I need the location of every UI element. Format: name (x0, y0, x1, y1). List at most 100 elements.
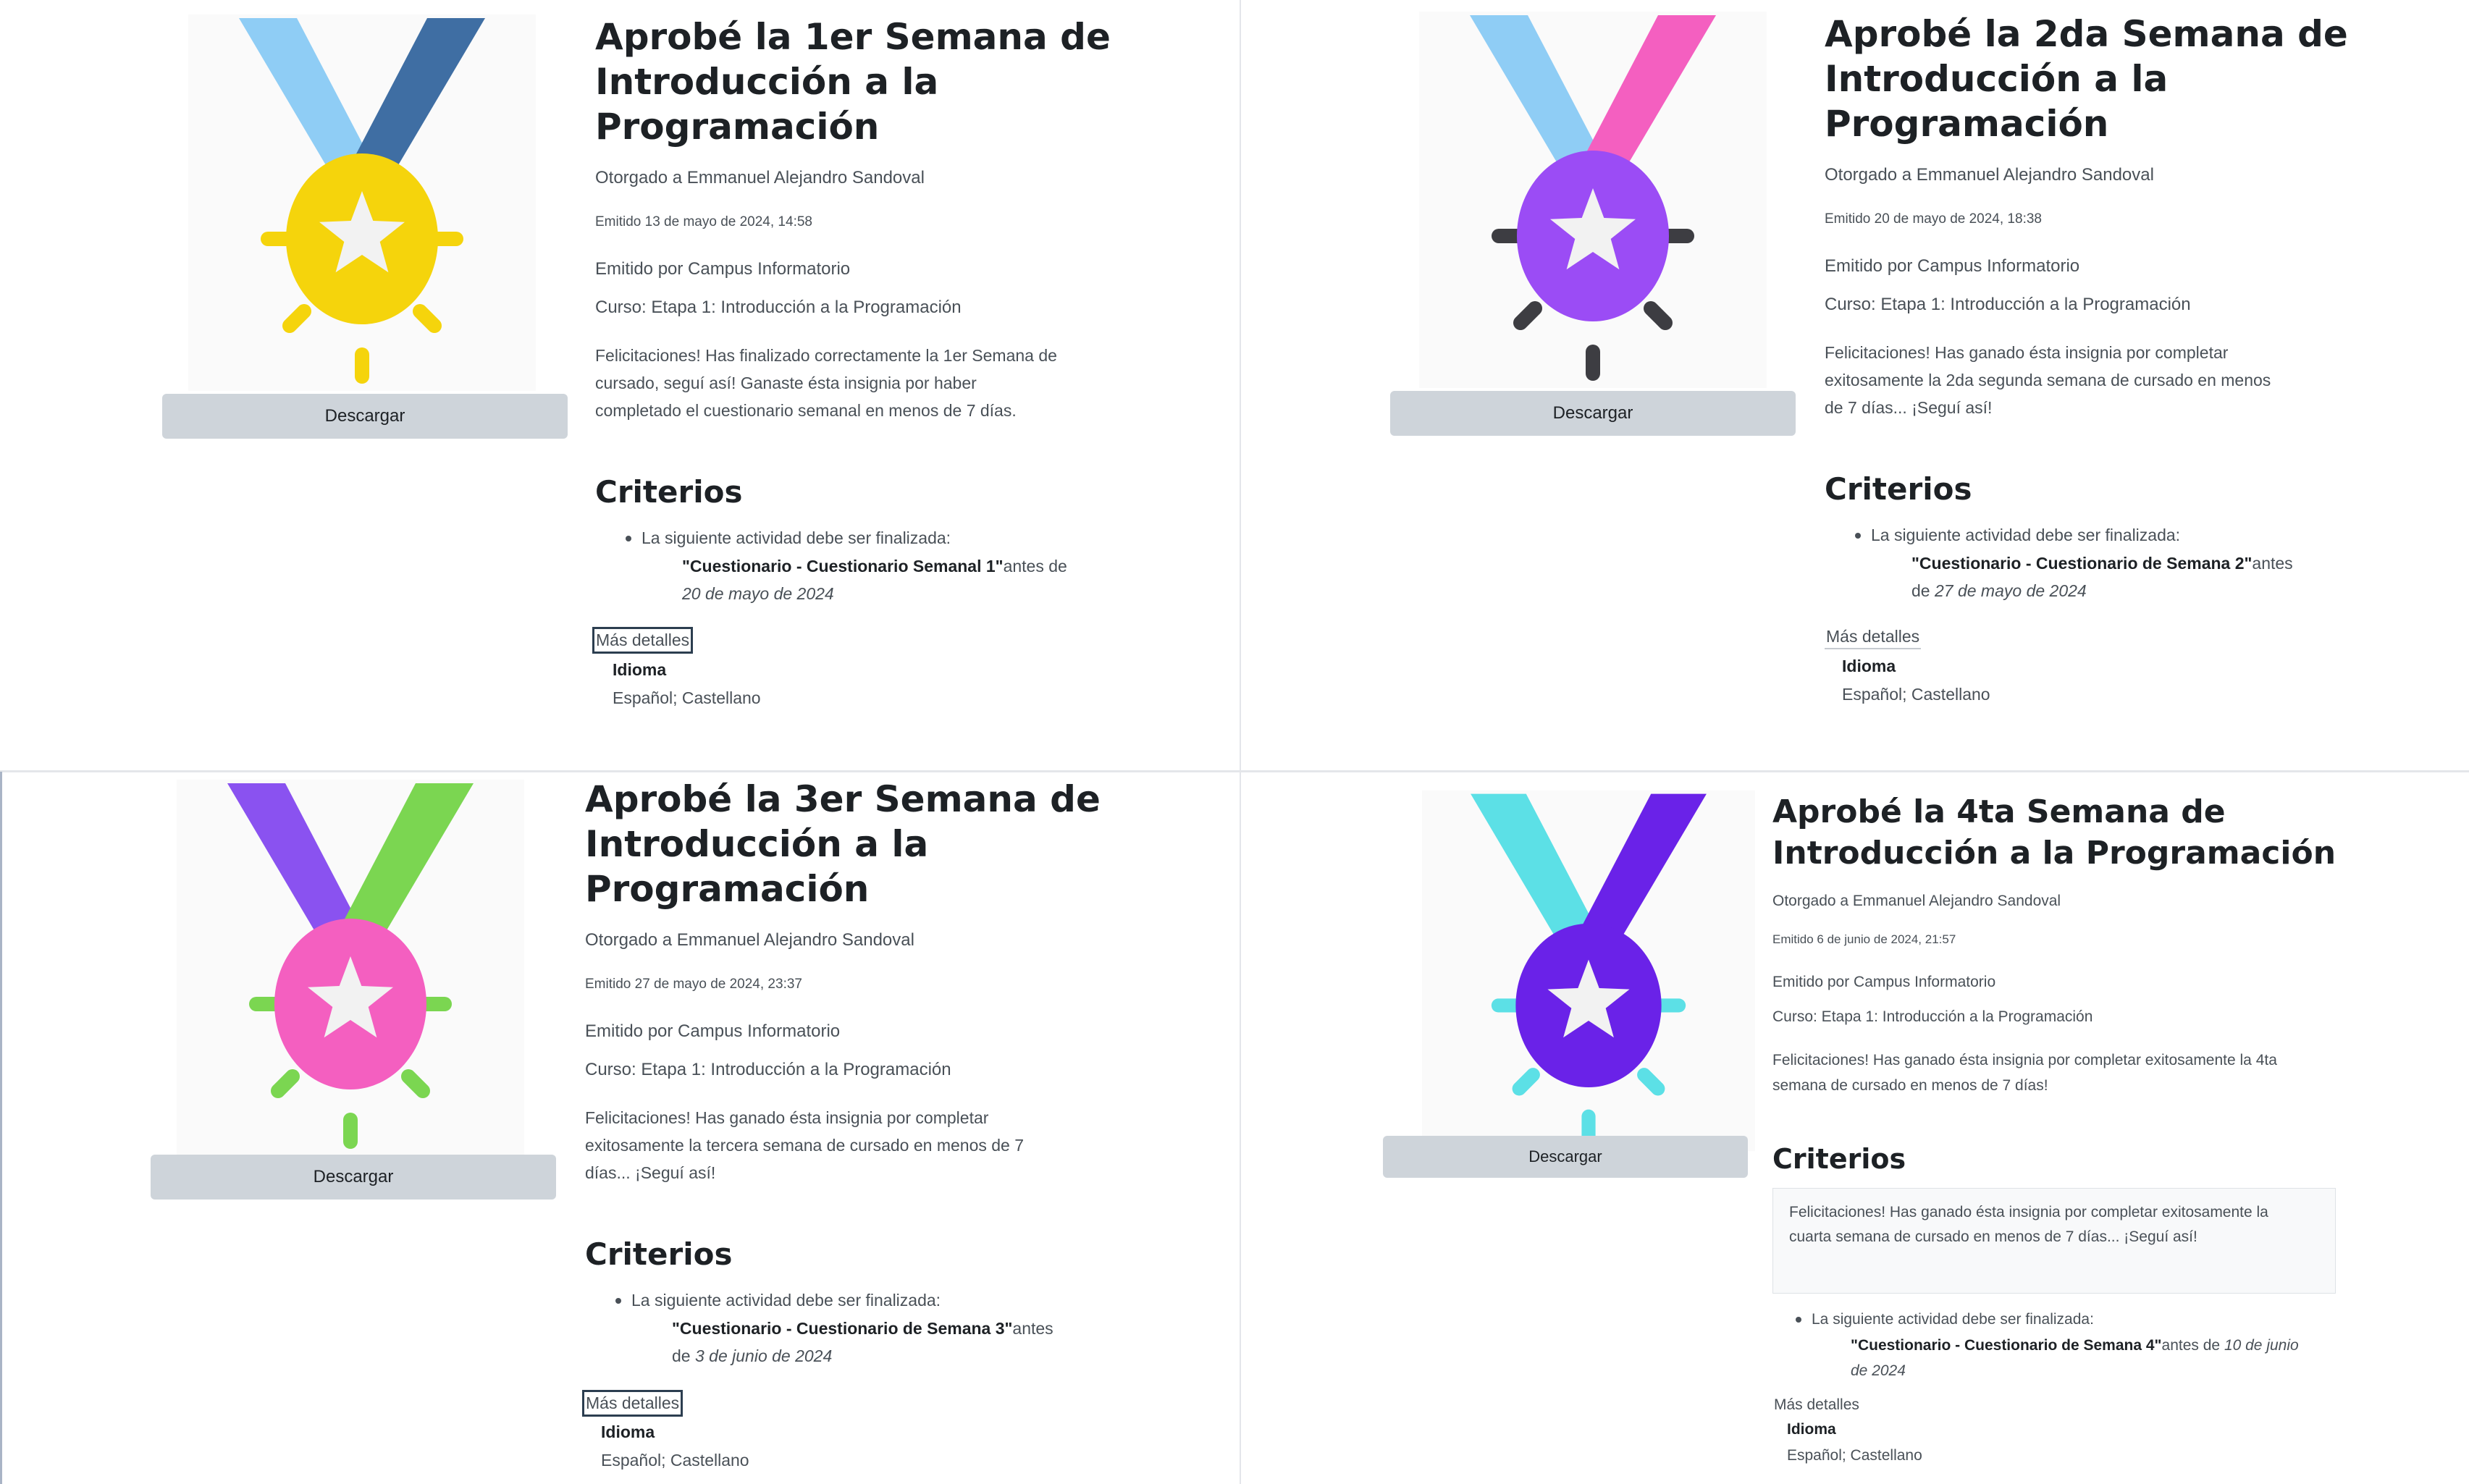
badge-title: Aprobé la 1er Semana de Introducción a l… (595, 14, 1189, 149)
badge-image (1419, 12, 1767, 388)
criteria-activity: "Cuestionario - Cuestionario de Semana 2… (1911, 549, 2293, 604)
language-label: Idioma (1842, 657, 1896, 675)
activity-name: "Cuestionario - Cuestionario Semanal 1" (682, 557, 1004, 576)
criteria-intro-text: La siguiente actividad debe ser finaliza… (1812, 1311, 2094, 1328)
title-line: Introducción a la (1825, 58, 2169, 100)
activity-name: "Cuestionario - Cuestionario de Semana 2… (1911, 554, 2253, 573)
bullet-icon (1855, 532, 1861, 539)
desc-line: Felicitaciones! Has ganado ésta insignia… (585, 1108, 989, 1127)
issuer: Emitido por Campus Informatorio (1825, 256, 2080, 276)
desc-line: Felicitaciones! Has finalizado correctam… (595, 346, 1057, 365)
awarded-to: Otorgado a Emmanuel Alejandro Sandoval (585, 930, 914, 950)
awarded-to: Otorgado a Emmanuel Alejandro Sandoval (1772, 893, 2061, 909)
title-line: Aprobé la 1er Semana de (595, 16, 1111, 58)
activity-name: "Cuestionario - Cuestionario de Semana 3… (672, 1319, 1013, 1338)
language-value: Español; Castellano (1842, 685, 1990, 704)
badge-panel-week-4: Descargar Aprobé la 4ta Semana de Introd… (1241, 772, 2469, 1484)
medal-ray (1512, 1068, 1540, 1096)
desc-line: Felicitaciones! Has ganado ésta insignia… (1772, 1052, 2277, 1068)
title-line: Programación (585, 868, 870, 910)
language-label: Idioma (613, 660, 667, 679)
badge-image (177, 780, 524, 1156)
badge-title: Aprobé la 4ta Semana de Introducción a l… (1772, 791, 2424, 874)
course: Curso: Etapa 1: Introducción a la Progra… (595, 298, 962, 317)
issuer: Emitido por Campus Informatorio (1772, 974, 1996, 990)
medal-icon (177, 780, 524, 1156)
criteria-intro: La siguiente actividad debe ser finaliza… (1855, 526, 2180, 545)
awarded-to: Otorgado a Emmanuel Alejandro Sandoval (595, 168, 925, 187)
activity-deadline-prefix: de (672, 1346, 691, 1365)
criteria-activity: "Cuestionario - Cuestionario de Semana 4… (1851, 1333, 2299, 1383)
desc-line: Felicitaciones! Has ganado ésta insignia… (1825, 343, 2229, 362)
language-value: Español; Castellano (613, 688, 761, 707)
issuer: Emitido por Campus Informatorio (595, 259, 851, 279)
bullet-icon (626, 535, 631, 541)
badge-panel-week-1: Descargar Aprobé la 1er Semana de Introd… (0, 0, 1240, 770)
desc-line: completado el cuestionario semanal en me… (595, 401, 1017, 420)
title-line: Programación (1825, 103, 2109, 145)
activity-before: antes (2252, 554, 2293, 573)
criteria-intro-text: La siguiente actividad debe ser finaliza… (631, 1291, 941, 1310)
medal-icon (1422, 790, 1755, 1152)
bullet-icon (615, 1297, 621, 1304)
download-button[interactable]: Descargar (1383, 1136, 1748, 1178)
badge-description: Felicitaciones! Has finalizado correctam… (595, 342, 1057, 424)
more-details-link[interactable]: Más detalles (1825, 625, 1922, 649)
criteria-activity: "Cuestionario - Cuestionario Semanal 1"a… (682, 552, 1067, 607)
title-line: Introducción a la (595, 61, 939, 103)
medal-ray (413, 304, 442, 333)
issued-date: Emitido 27 de mayo de 2024, 23:37 (585, 977, 802, 992)
more-details-link[interactable]: Más detalles (1772, 1395, 1861, 1415)
activity-before: antes (1012, 1319, 1053, 1338)
activity-deadline: 20 de mayo de 2024 (682, 584, 834, 603)
medal-ray (401, 1069, 430, 1098)
medal-ray (1644, 301, 1673, 330)
awarded-to: Otorgado a Emmanuel Alejandro Sandoval (1825, 165, 2154, 185)
badge-description: Felicitaciones! Has ganado ésta insignia… (1772, 1047, 2277, 1098)
download-button[interactable]: Descargar (162, 394, 568, 439)
medal-ray (271, 1069, 300, 1098)
language-label: Idioma (601, 1422, 655, 1441)
criteria-heading: Criterios (595, 474, 743, 510)
badge-image (188, 14, 536, 391)
course: Curso: Etapa 1: Introducción a la Progra… (1825, 295, 2191, 314)
note-line: cuarta semana de cursado en menos de 7 d… (1789, 1228, 2197, 1245)
download-button[interactable]: Descargar (1390, 391, 1796, 436)
more-details-link[interactable]: Más detalles (592, 627, 694, 654)
desc-line: exitosamente la tercera semana de cursad… (585, 1136, 1025, 1155)
criteria-intro: La siguiente actividad debe ser finaliza… (615, 1291, 941, 1310)
activity-deadline: 10 de junio (2224, 1337, 2299, 1354)
title-line: Introducción a la Programación (1772, 835, 2336, 872)
download-button[interactable]: Descargar (151, 1155, 556, 1200)
course: Curso: Etapa 1: Introducción a la Progra… (1772, 1008, 2093, 1025)
course: Curso: Etapa 1: Introducción a la Progra… (585, 1060, 951, 1079)
activity-name: "Cuestionario - Cuestionario de Semana 4… (1851, 1337, 2162, 1354)
issued-date: Emitido 20 de mayo de 2024, 18:38 (1825, 211, 2042, 227)
criteria-activity: "Cuestionario - Cuestionario de Semana 3… (672, 1315, 1053, 1370)
criteria-heading: Criterios (1772, 1143, 1906, 1175)
bullet-icon (1796, 1317, 1801, 1323)
criteria-heading: Criterios (585, 1236, 733, 1272)
criteria-intro: La siguiente actividad debe ser finaliza… (626, 528, 951, 548)
desc-line: semana de cursado en menos de 7 días! (1772, 1077, 2048, 1094)
activity-before: antes de (2161, 1337, 2221, 1354)
activity-deadline: 3 de junio de 2024 (694, 1346, 833, 1365)
badge-title: Aprobé la 3er Semana de Introducción a l… (585, 777, 1179, 911)
issued-date: Emitido 6 de junio de 2024, 21:57 (1772, 932, 1956, 946)
note-line: Felicitaciones! Has ganado ésta insignia… (1789, 1204, 2268, 1220)
desc-line: exitosamente la 2da segunda semana de cu… (1825, 371, 2271, 389)
desc-line: días... ¡Seguí así! (585, 1163, 716, 1182)
language-value: Español; Castellano (1787, 1447, 1922, 1464)
badge-description: Felicitaciones! Has ganado ésta insignia… (585, 1104, 1024, 1186)
more-details-link[interactable]: Más detalles (582, 1390, 684, 1417)
criteria-intro-text: La siguiente actividad debe ser finaliza… (642, 528, 951, 547)
language-value: Español; Castellano (601, 1451, 749, 1470)
medal-icon (188, 14, 536, 391)
criteria-description-box: Felicitaciones! Has ganado ésta insignia… (1772, 1188, 2336, 1294)
title-line: Introducción a la (585, 823, 929, 865)
medal-ray (1513, 301, 1542, 330)
badge-panel-week-2: Descargar Aprobé la 2da Semana de Introd… (1241, 0, 2469, 770)
desc-line: cursado, seguí así! Ganaste ésta insigni… (595, 374, 977, 392)
badge-image (1422, 790, 1755, 1152)
criteria-heading: Criterios (1825, 471, 1972, 507)
